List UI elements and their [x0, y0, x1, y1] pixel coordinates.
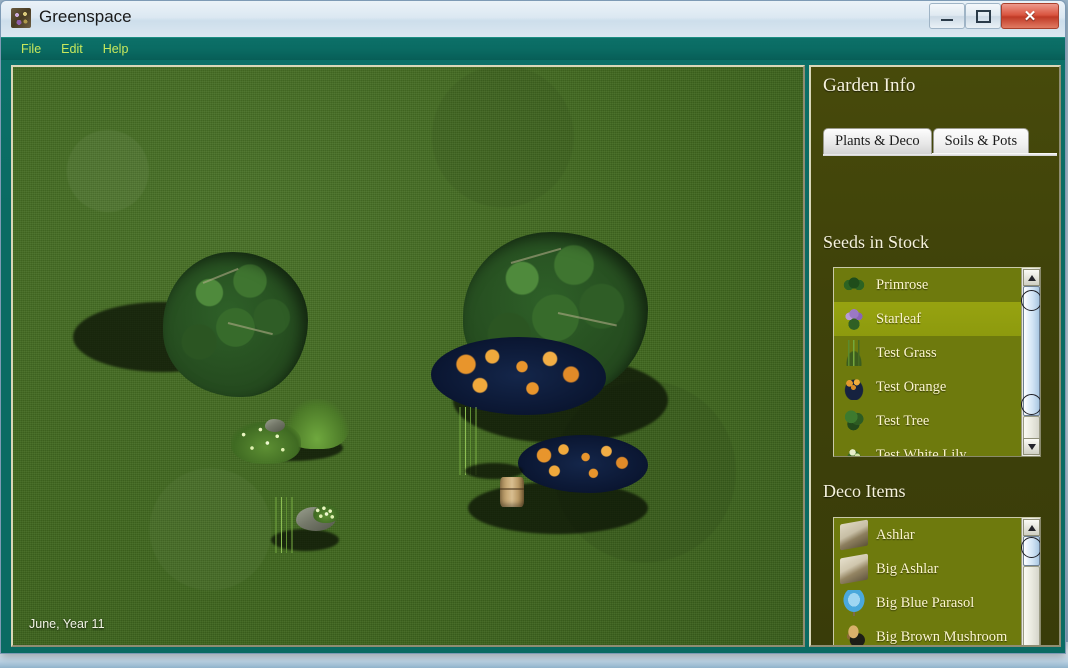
list-item[interactable]: Test Tree	[834, 404, 1022, 438]
menu-item-file[interactable]: File	[11, 40, 51, 58]
deco-scrollbar[interactable]	[1021, 518, 1040, 645]
flower-patch	[313, 505, 339, 523]
panel-title: Garden Info	[823, 75, 916, 96]
close-icon: ✕	[1023, 7, 1037, 25]
starleaf-icon	[840, 306, 868, 332]
menu-item-help[interactable]: Help	[93, 40, 139, 58]
list-item-label: Starleaf	[876, 310, 922, 327]
list-item-label: Big Brown Mushroom	[876, 628, 1008, 645]
close-button[interactable]: ✕	[1001, 3, 1059, 29]
list-item[interactable]: Test Grass	[834, 336, 1022, 370]
deco-list-items: Ashlar Big Ashlar Big Blue Parasol Big B…	[834, 518, 1022, 645]
test-grass-icon	[840, 340, 868, 366]
list-item-label: Test Tree	[876, 412, 930, 429]
list-item-label: Primrose	[876, 276, 929, 293]
primrose-icon	[840, 272, 868, 298]
big-ashlar-icon	[840, 553, 868, 585]
window-title: Greenspace	[39, 7, 132, 26]
status-text: June, Year 11	[29, 617, 105, 631]
test-tree-icon	[840, 408, 868, 434]
deco-listbox[interactable]: Ashlar Big Ashlar Big Blue Parasol Big B…	[833, 517, 1041, 645]
list-item[interactable]: Test Orange	[834, 370, 1022, 404]
scrollbar-grab-indicator	[1021, 394, 1040, 415]
list-item-label: Big Blue Parasol	[876, 594, 975, 611]
app-icon	[11, 8, 31, 28]
tab-soils-and-pots[interactable]: Soils & Pots	[932, 127, 1030, 154]
ashlar-icon	[840, 519, 868, 551]
scroll-up-button[interactable]	[1023, 269, 1040, 286]
chevron-up-icon	[1027, 524, 1036, 531]
list-item[interactable]: Starleaf	[834, 302, 1022, 336]
list-item[interactable]: Ashlar	[834, 518, 1022, 552]
list-item-label: Test Grass	[876, 344, 937, 361]
scrollbar-track-lower[interactable]	[1023, 416, 1040, 440]
maximize-icon	[975, 9, 991, 23]
tab-plants-and-deco[interactable]: Plants & Deco	[823, 127, 932, 154]
garden-info-panel: Garden Info Plants & Deco Soils & Pots S…	[809, 65, 1061, 647]
title-bar[interactable]: Greenspace ✕	[1, 1, 1065, 37]
barrel-deco	[500, 477, 524, 507]
minimize-icon	[941, 19, 953, 21]
list-item[interactable]: Primrose	[834, 268, 1022, 302]
seeds-section-title: Seeds in Stock	[823, 232, 929, 252]
seeds-listbox[interactable]: Primrose Starleaf Test Grass Test Orange	[833, 267, 1041, 457]
seeds-scrollbar[interactable]	[1021, 268, 1040, 456]
blue-parasol-icon	[840, 590, 868, 616]
minimize-button[interactable]	[929, 3, 965, 29]
panel-tabs: Plants & Deco Soils & Pots	[823, 127, 1059, 154]
reed-plant	[271, 497, 297, 553]
window-body: June, Year 11 Garden Info Plants & Deco …	[1, 60, 1065, 653]
scroll-down-button[interactable]	[1023, 438, 1040, 455]
menu-item-edit[interactable]: Edit	[51, 40, 93, 58]
garden-viewport[interactable]: June, Year 11	[11, 65, 805, 647]
scrollbar-grab-indicator	[1021, 537, 1040, 558]
maximize-button[interactable]	[965, 3, 1001, 29]
brown-mushroom-icon	[840, 624, 868, 645]
list-item-label: Big Ashlar	[876, 560, 939, 577]
list-item[interactable]: Big Blue Parasol	[834, 586, 1022, 620]
chevron-down-icon	[1027, 443, 1036, 450]
seeds-list-items: Primrose Starleaf Test Grass Test Orange	[834, 268, 1022, 456]
list-item[interactable]: Big Ashlar	[834, 552, 1022, 586]
scrollbar-track-lower[interactable]	[1023, 566, 1040, 645]
application-window: Greenspace ✕ File Edit Help June, Year 1…	[0, 0, 1066, 654]
test-white-lily-icon	[840, 442, 868, 456]
list-item[interactable]: Test White Lily	[834, 438, 1022, 456]
deco-section-title: Deco Items	[823, 481, 906, 501]
list-item-label: Ashlar	[876, 526, 915, 543]
list-item-label: Test Orange	[876, 378, 947, 395]
list-item-label: Test White Lily	[876, 446, 967, 457]
menu-bar: File Edit Help	[1, 37, 1065, 60]
scroll-up-button[interactable]	[1023, 519, 1040, 536]
test-orange-icon	[840, 374, 868, 400]
chevron-up-icon	[1027, 274, 1036, 281]
list-item[interactable]: Big Brown Mushroom	[834, 620, 1022, 645]
scrollbar-grab-indicator	[1021, 290, 1040, 311]
